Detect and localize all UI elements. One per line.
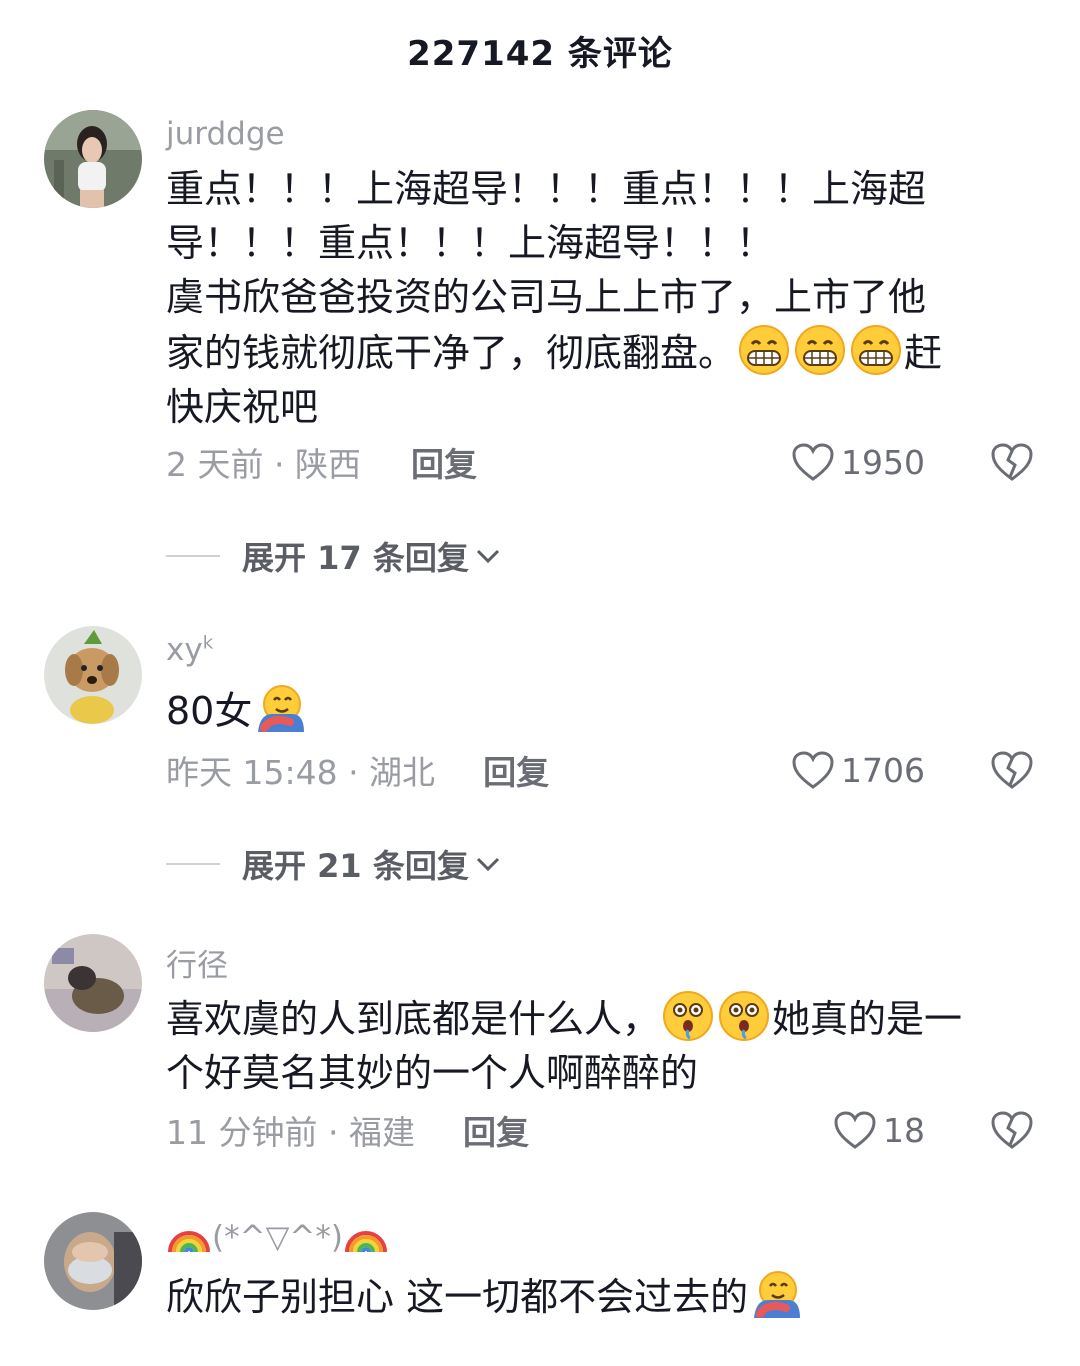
- avatar[interactable]: [44, 110, 142, 208]
- heart-outline-icon: [791, 442, 835, 482]
- chevron-down-icon: [469, 546, 503, 566]
- comment-meta: 昨天 15:48 · 湖北 回复: [166, 750, 549, 792]
- comment-line-text: 家的钱就彻底干净了，彻底翻盘。: [166, 331, 737, 375]
- comment-meta: 2 天前 · 陕西 回复: [166, 442, 477, 484]
- like-count: 1950: [841, 442, 925, 482]
- comment-line: 重点！！！上海超导！！！重点！！！上海超: [166, 167, 927, 211]
- reply-button[interactable]: 回复: [463, 1106, 529, 1154]
- time-location: 昨天 15:48 · 湖北: [166, 753, 436, 792]
- comment-line-tail: 她真的是一: [772, 997, 963, 1041]
- username[interactable]: jurddge: [166, 116, 285, 152]
- username[interactable]: (*^▽^*): [166, 1212, 389, 1266]
- like-count: 1706: [841, 750, 925, 790]
- heart-outline-icon: [833, 1110, 877, 1150]
- comment-text: 重点！！！上海超导！！！重点！！！上海超 导！！！重点！！！上海超导！！！ 虞书…: [166, 162, 1036, 434]
- comment-meta: 11 分钟前 · 福建 回复: [166, 1110, 529, 1152]
- dizzy-face-emoji: [718, 990, 770, 1042]
- comment-line-text: 欣欣子别担心 这一切都不会过去的: [166, 1275, 749, 1319]
- comment-text: 欣欣子别担心 这一切都不会过去的: [166, 1268, 1036, 1324]
- comments-header: 227142 条评论: [0, 0, 1080, 100]
- rainbow-emoji: [343, 1212, 389, 1266]
- username[interactable]: 行径: [166, 940, 228, 985]
- time-location: 11 分钟前 · 福建: [166, 1113, 415, 1152]
- username[interactable]: xyk: [166, 632, 213, 668]
- broken-heart-icon[interactable]: [990, 442, 1034, 482]
- username-superscript: k: [202, 632, 214, 654]
- comment-line: 家的钱就彻底干净了，彻底翻盘。 赶: [166, 324, 1036, 380]
- like-button[interactable]: 1950: [791, 442, 925, 482]
- divider: [166, 863, 220, 865]
- hugging-face-emoji: [254, 682, 306, 734]
- dizzy-face-emoji: [662, 990, 714, 1042]
- comment-line: 导！！！重点！！！上海超导！！！: [166, 221, 775, 265]
- avatar[interactable]: [44, 626, 142, 724]
- expand-replies-label: 展开 21 条回复: [242, 847, 469, 885]
- divider: [166, 555, 220, 557]
- like-button[interactable]: 18: [833, 1110, 925, 1150]
- time-location: 2 天前 · 陕西: [166, 445, 361, 484]
- avatar[interactable]: [44, 934, 142, 1032]
- heart-outline-icon: [791, 750, 835, 790]
- chevron-down-icon: [469, 854, 503, 874]
- grinning-face-emoji: [738, 324, 790, 376]
- grinning-face-emoji: [850, 324, 902, 376]
- like-button[interactable]: 1706: [791, 750, 925, 790]
- hugging-face-emoji: [750, 1268, 802, 1320]
- comment-line: 喜欢虞的人到底都是什么人， 她真的是一: [166, 990, 1036, 1046]
- comment-count-title: 227142 条评论: [407, 33, 673, 74]
- username-text: xy: [166, 632, 203, 668]
- comment-text: 喜欢虞的人到底都是什么人， 她真的是一 个好莫名其妙的一个人啊醉醉的: [166, 990, 1036, 1100]
- broken-heart-icon[interactable]: [990, 750, 1034, 790]
- broken-heart-icon[interactable]: [990, 1110, 1034, 1150]
- expand-replies-button[interactable]: 展开 21 条回复: [166, 844, 503, 885]
- comment-line: 个好莫名其妙的一个人啊醉醉的: [166, 1051, 699, 1095]
- comment-text: 80女: [166, 682, 1036, 738]
- rainbow-emoji: [166, 1212, 212, 1266]
- comment-line-text: 80女: [166, 689, 253, 733]
- comment-line-text: 喜欢虞的人到底都是什么人，: [166, 997, 661, 1041]
- comment-line-tail: 赶: [904, 331, 943, 375]
- grinning-face-emoji: [794, 324, 846, 376]
- reply-button[interactable]: 回复: [483, 746, 549, 794]
- avatar[interactable]: [44, 1212, 142, 1310]
- expand-replies-label: 展开 17 条回复: [242, 539, 469, 577]
- like-count: 18: [883, 1110, 925, 1150]
- reply-button[interactable]: 回复: [411, 438, 477, 486]
- comment-line: 虞书欣爸爸投资的公司马上上市了，上市了他: [166, 275, 927, 319]
- username-text: (*^▽^*): [212, 1219, 343, 1256]
- comment-line: 快庆祝吧: [166, 385, 319, 429]
- expand-replies-button[interactable]: 展开 17 条回复: [166, 536, 503, 577]
